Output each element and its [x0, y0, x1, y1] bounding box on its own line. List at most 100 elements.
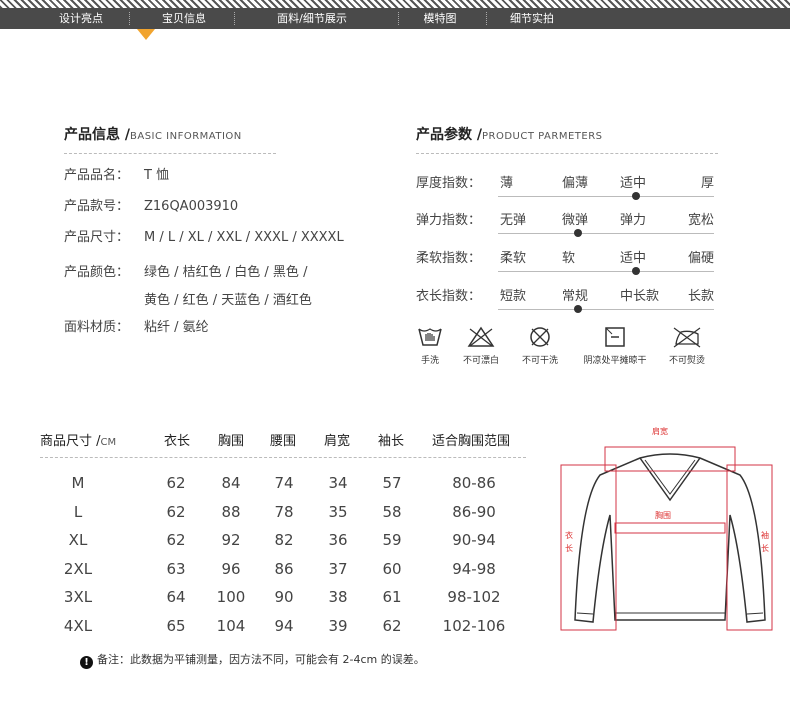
param-option: 软	[562, 251, 576, 266]
param-option: 无弹	[500, 213, 527, 228]
param-option: 偏硬	[688, 251, 715, 266]
col-header-sleeve: 袖长	[378, 434, 405, 449]
nav-separator	[398, 12, 399, 25]
info-label: 产品款号：	[64, 199, 130, 214]
sleeve-label: 袖长	[760, 531, 770, 554]
nav-item-product-info[interactable]: 宝贝信息	[152, 8, 216, 29]
param-option: 短款	[500, 289, 527, 304]
col-header-waist: 腰围	[270, 434, 297, 449]
nav-separator	[486, 12, 487, 25]
param-option: 适中	[620, 251, 647, 266]
param-option: 微弹	[562, 213, 589, 228]
param-selected-dot	[574, 305, 582, 313]
info-row-style-no: 产品款号： Z16QA003910	[64, 196, 238, 218]
param-row: 弹力指数： 无弹 微弹 弹力 宽松	[416, 209, 716, 237]
no-bleach-icon	[467, 326, 495, 347]
info-row-name: 产品品名： T 恤	[64, 165, 169, 187]
shirt-outline	[574, 453, 766, 623]
param-option: 弹力	[620, 213, 647, 228]
param-option: 偏薄	[562, 176, 589, 191]
size-cell: 94-98	[452, 559, 496, 578]
chest-label: 胸围	[655, 511, 671, 520]
shoulder-label: 肩宽	[652, 427, 668, 436]
active-nav-pointer-icon	[137, 29, 155, 40]
care-label: 手洗	[420, 356, 439, 366]
param-option: 中长款	[620, 289, 660, 304]
info-row-sizes: 产品尺寸： M / L / XL / XXL / XXXL / XXXXL	[64, 227, 344, 249]
param-label: 衣长指数：	[416, 289, 482, 304]
param-option: 厚	[701, 176, 715, 191]
size-cell: 57	[382, 474, 402, 492]
shade-dry-icon	[605, 327, 625, 347]
info-value: T 恤	[144, 168, 170, 183]
product-params-divider	[416, 153, 718, 154]
product-params-heading: 产品参数 /	[416, 127, 482, 143]
care-item-shade-dry: 阴凉处平摊晾干	[576, 325, 654, 366]
product-params-subtitle: PRODUCT PARMETERS	[482, 131, 603, 142]
col-header-shoulder: 肩宽	[324, 434, 351, 449]
size-table-title: 商品尺寸 /CM	[40, 430, 116, 449]
info-value: M / L / XL / XXL / XXXL / XXXXL	[144, 230, 344, 245]
care-item-no-tumble-dry: 不可干洗	[516, 325, 564, 366]
size-cell: 59	[382, 531, 402, 549]
info-row-colors: 产品颜色： 绿色 / 桔红色 / 白色 / 黑色 / 黄色 / 红色 / 天蓝色 /…	[64, 262, 312, 312]
size-cell: 90-94	[452, 531, 496, 549]
size-cell-label: 2XL	[63, 559, 93, 578]
info-value: 粘纤 / 氨纶	[144, 320, 209, 335]
nav-item-design[interactable]: 设计亮点	[46, 8, 116, 29]
nav-item-detail-photos[interactable]: 细节实拍	[500, 8, 564, 29]
size-cell-label: XL	[68, 531, 88, 549]
size-cell: 62	[382, 616, 402, 635]
size-cell: 86-90	[452, 502, 496, 521]
top-zigzag-border	[0, 0, 790, 8]
length-label-char: 衣	[565, 531, 573, 540]
no-tumble-dry-icon	[530, 327, 550, 347]
param-selected-dot	[574, 229, 582, 237]
warning-icon: !	[80, 656, 93, 669]
col-header-length: 衣长	[164, 434, 191, 449]
param-scale-line	[498, 196, 714, 197]
size-cell: 102-106	[442, 616, 506, 635]
size-table-unit: CM	[100, 437, 117, 448]
product-info-heading: 产品信息 /	[64, 127, 130, 143]
size-cell: 60	[382, 559, 402, 578]
col-header-fit-range: 适合胸围范围	[432, 434, 511, 449]
size-table-heading: 商品尺寸 /	[40, 434, 101, 449]
info-value: 绿色 / 桔红色 / 白色 / 黑色 /	[144, 265, 308, 280]
param-option: 宽松	[688, 213, 715, 228]
param-label: 弹力指数：	[416, 213, 482, 228]
param-row: 衣长指数： 短款 常规 中长款 长款	[416, 285, 716, 313]
size-cell: 98-102	[447, 588, 501, 606]
info-row-material: 面料材质： 粘纤 / 氨纶	[64, 317, 209, 339]
care-item-hand-wash: 手洗	[414, 325, 446, 366]
length-label: 衣长	[564, 531, 574, 554]
param-label: 厚度指数：	[416, 176, 482, 191]
param-label: 柔软指数：	[416, 251, 482, 266]
no-iron-icon	[673, 327, 701, 348]
info-value-colors: 绿色 / 桔红色 / 白色 / 黑色 / 黄色 / 红色 / 天蓝色 / 酒红色	[144, 262, 312, 312]
size-cell: 58	[382, 502, 402, 521]
sleeve-label-char: 长	[761, 544, 769, 553]
care-label: 不可熨烫	[668, 356, 705, 366]
param-selected-dot	[632, 192, 640, 200]
param-selected-dot	[632, 267, 640, 275]
size-cell-label: M	[71, 474, 85, 492]
col-header-chest: 胸围	[218, 434, 245, 449]
param-scale-line	[498, 271, 714, 272]
care-label: 不可干洗	[521, 356, 558, 366]
nav-item-model[interactable]: 模特图	[412, 8, 468, 29]
hand-wash-icon	[418, 328, 442, 346]
nav-separator	[129, 12, 130, 25]
param-row: 厚度指数： 薄 偏薄 适中 厚	[416, 172, 716, 200]
product-info-subtitle: BASIC INFORMATION	[130, 131, 242, 142]
param-scale-line	[498, 309, 714, 310]
info-value: Z16QA003910	[144, 199, 239, 214]
nav-separator	[234, 12, 235, 25]
nav-item-fabric[interactable]: 面料/细节展示	[262, 8, 362, 29]
param-option: 柔软	[500, 251, 527, 266]
param-option: 适中	[620, 176, 647, 191]
info-label: 产品尺寸：	[64, 230, 130, 245]
sleeve-label-char: 袖	[761, 531, 769, 540]
garment-diagram	[560, 446, 773, 631]
param-scale-line	[498, 233, 714, 234]
